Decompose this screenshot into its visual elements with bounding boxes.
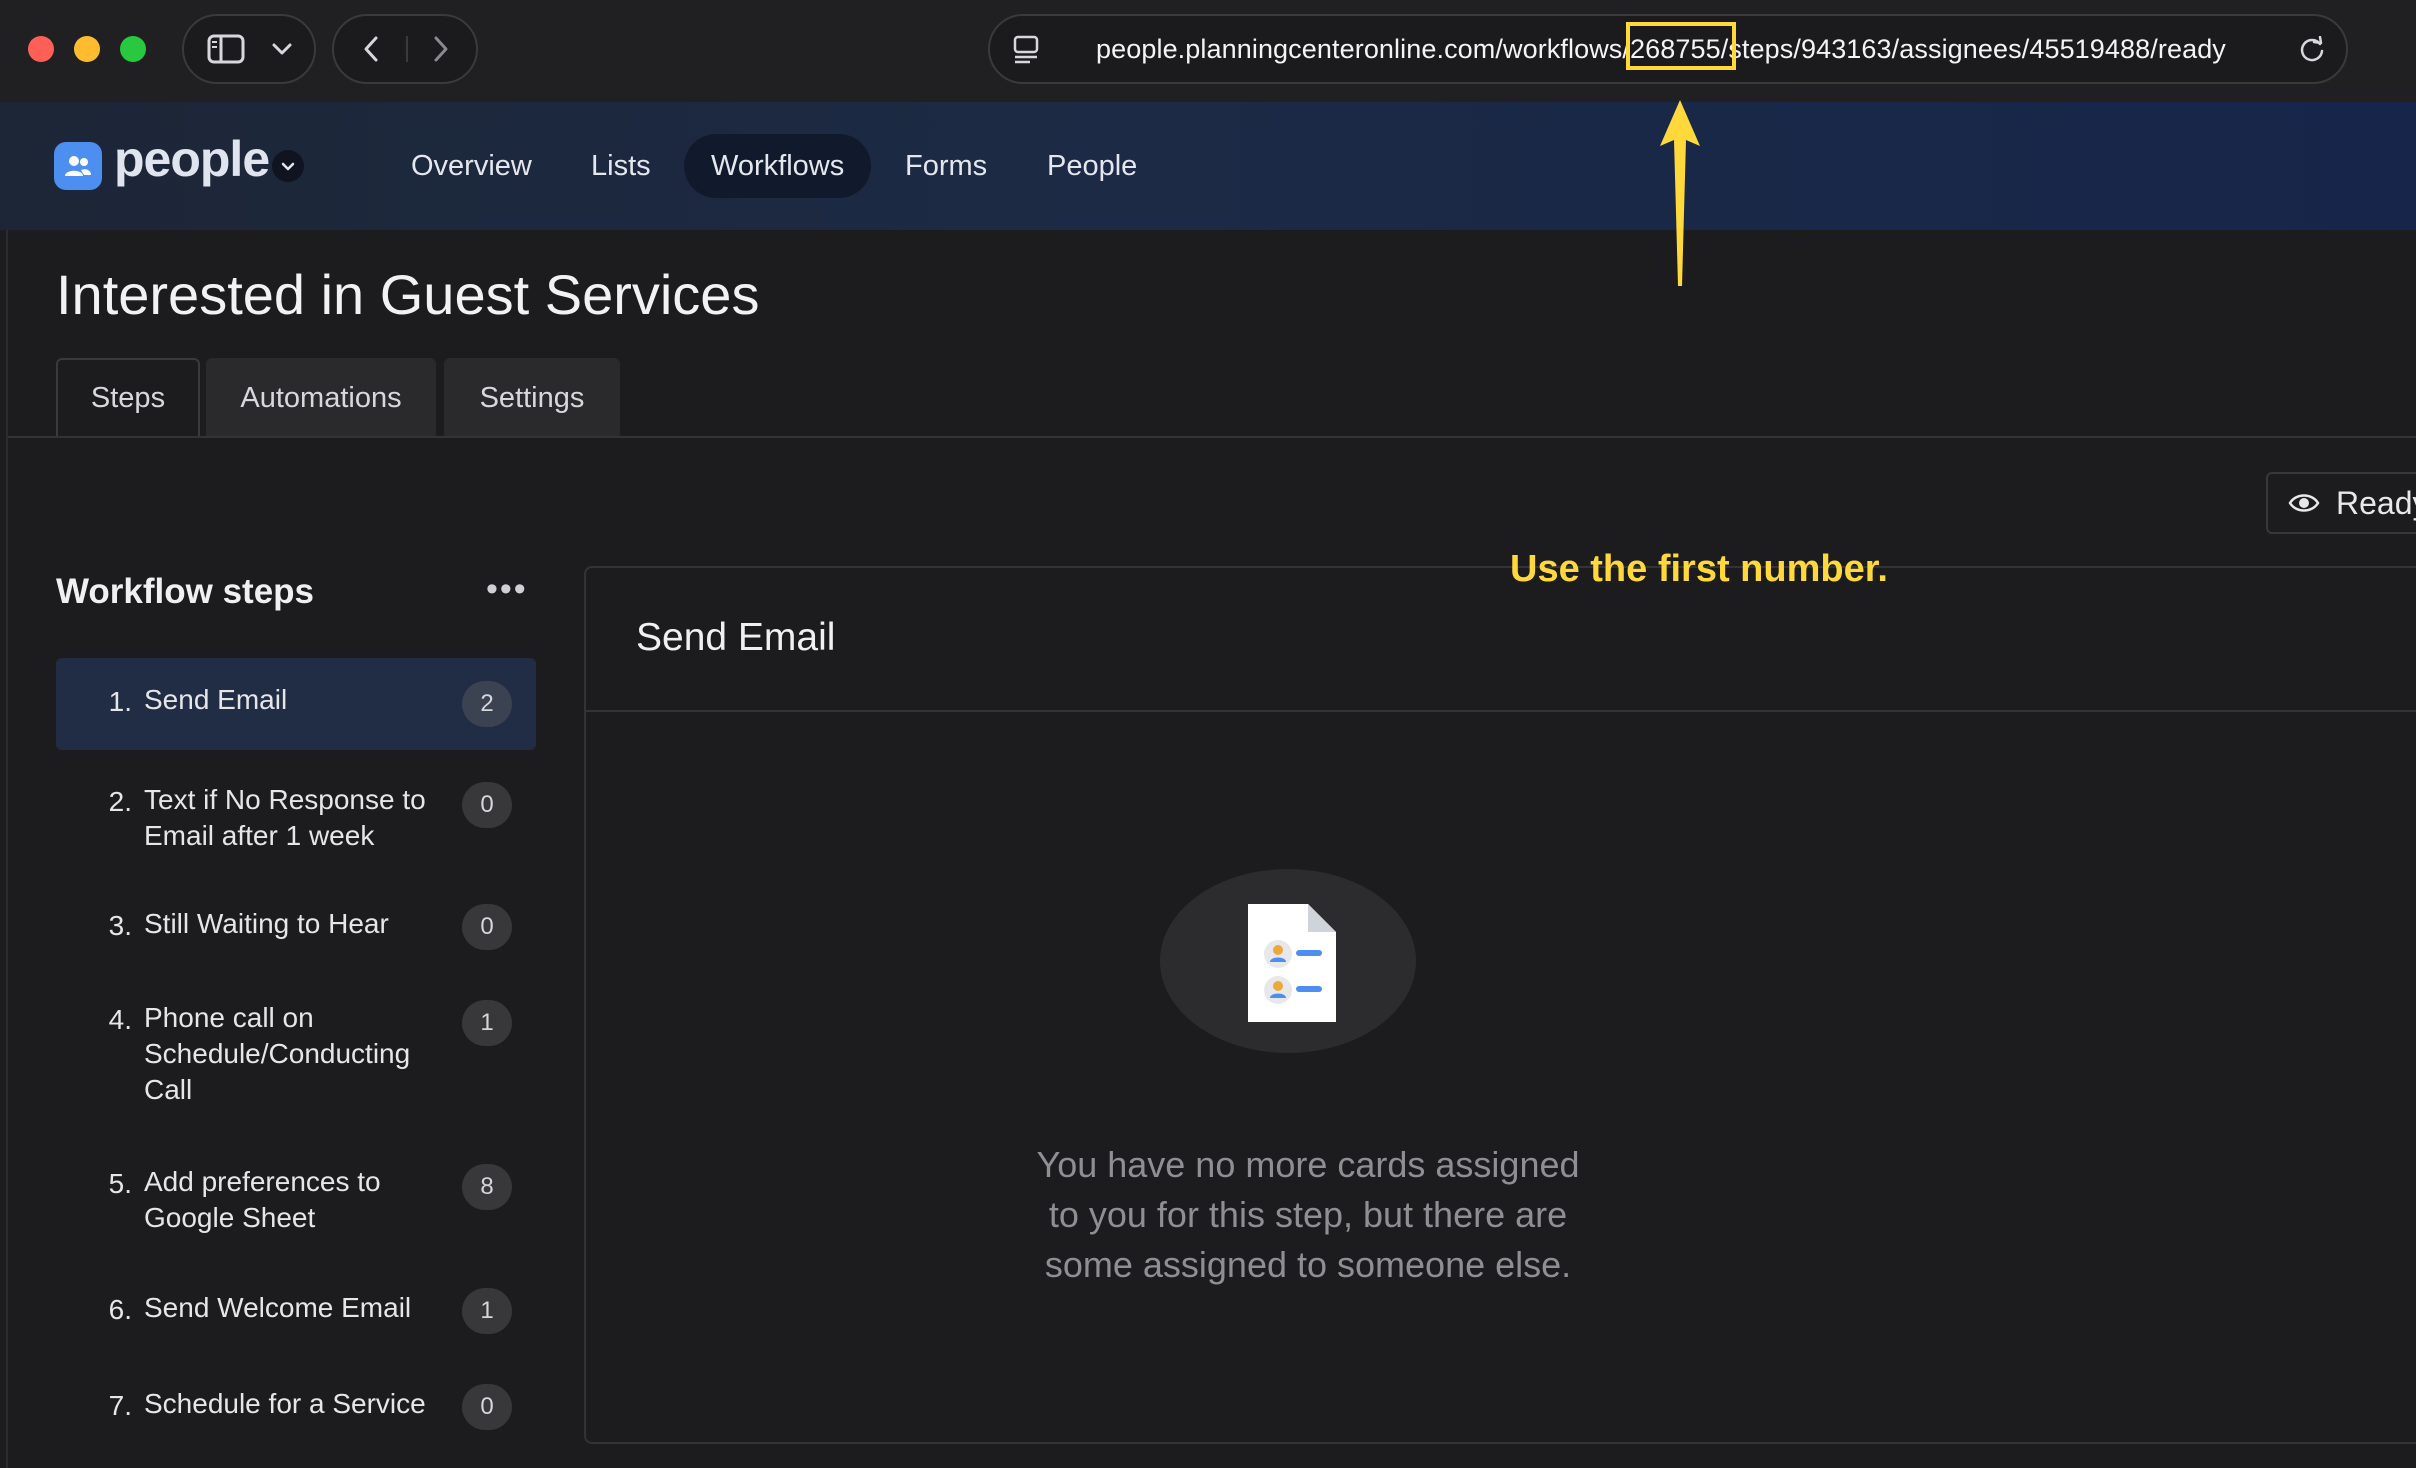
step-detail-panel: Send Email xyxy=(584,566,2416,1444)
annotation-arrow-icon xyxy=(1660,100,1700,286)
step-detail-title: Send Email xyxy=(636,616,836,659)
step-count-badge: 1 xyxy=(462,1288,512,1334)
tab-settings[interactable]: Settings xyxy=(444,358,620,438)
page-title: Interested in Guest Services xyxy=(56,263,760,326)
step-count-badge: 0 xyxy=(462,904,512,950)
step-count-badge: 2 xyxy=(462,681,512,727)
tab-automations[interactable]: Automations xyxy=(206,358,436,438)
step-item-6[interactable]: 6. Send Welcome Email 1 xyxy=(56,1280,536,1340)
step-count-badge: 0 xyxy=(462,1384,512,1430)
sidebar-icon[interactable] xyxy=(202,16,250,82)
step-number: 3. xyxy=(108,910,132,941)
reload-icon[interactable] xyxy=(2298,35,2326,69)
url-prefix: people.planningcenteronline.com/workflow… xyxy=(1096,34,1631,64)
nav-separator xyxy=(406,36,408,62)
annotation-text: Use the first number. xyxy=(1510,548,1888,590)
close-window-button[interactable] xyxy=(28,36,54,62)
step-number: 2. xyxy=(108,786,132,817)
zoom-window-button[interactable] xyxy=(120,36,146,62)
step-count-badge: 0 xyxy=(462,782,512,828)
step-count-badge: 1 xyxy=(462,1000,512,1046)
step-item-1[interactable]: 1. Send Email 2 xyxy=(56,658,536,750)
more-horizontal-icon[interactable]: ••• xyxy=(486,570,528,609)
step-item-7[interactable]: 7. Schedule for a Service 0 xyxy=(56,1376,536,1436)
back-icon[interactable] xyxy=(346,16,396,82)
main-content: Interested in Guest Services Steps Autom… xyxy=(6,230,2416,1468)
step-name: Send Welcome Email xyxy=(144,1292,412,1323)
nav-overview[interactable]: Overview xyxy=(384,134,559,198)
tab-steps[interactable]: Steps xyxy=(56,358,200,438)
step-count-badge: 8 xyxy=(462,1164,512,1210)
step-item-5[interactable]: 5. Add preferences to Google Sheet 8 xyxy=(56,1156,536,1240)
step-item-2[interactable]: 2. Text if No Response to Email after 1 … xyxy=(56,770,536,854)
page-settings-icon[interactable] xyxy=(1012,34,1042,69)
minimize-window-button[interactable] xyxy=(74,36,100,62)
step-number: 7. xyxy=(108,1390,132,1421)
history-nav-group xyxy=(332,14,478,84)
nav-workflows[interactable]: Workflows xyxy=(684,134,872,198)
step-name: Text if No Response to Email after 1 wee… xyxy=(144,784,426,851)
step-number: 1. xyxy=(108,686,132,717)
url-suffix: /steps/943163/assignees/45519488/ready xyxy=(1720,34,2226,64)
nav-forms[interactable]: Forms xyxy=(878,134,1014,198)
nav-lists[interactable]: Lists xyxy=(564,134,678,198)
step-number: 4. xyxy=(108,1004,132,1035)
app-switcher-chevron-icon[interactable] xyxy=(272,150,304,182)
app-logo-text[interactable]: people xyxy=(114,130,270,188)
ready-button-label: Ready xyxy=(2336,485,2416,521)
people-logo-icon[interactable] xyxy=(54,142,102,190)
step-name: Phone call on Schedule/Conducting Call xyxy=(144,1002,411,1105)
chevron-down-icon[interactable] xyxy=(262,16,302,82)
step-name: Send Email xyxy=(144,684,288,715)
empty-state-message: You have no more cards assigned to you f… xyxy=(1036,1144,1580,1285)
step-name: Add preferences to Google Sheet xyxy=(144,1166,381,1233)
sidebar-toggle-group xyxy=(182,14,316,84)
browser-toolbar: people.planningcenteronline.com/workflow… xyxy=(0,0,2416,102)
tabs-divider xyxy=(8,436,2416,438)
step-name: Still Waiting to Hear xyxy=(144,908,389,939)
nav-people[interactable]: People xyxy=(1020,134,1164,198)
forward-icon[interactable] xyxy=(416,16,466,82)
step-name: Schedule for a Service xyxy=(144,1388,426,1419)
step-number: 6. xyxy=(108,1294,132,1325)
workflow-steps-heading: Workflow steps xyxy=(56,572,315,611)
panel-divider xyxy=(586,710,2416,712)
step-item-3[interactable]: 3. Still Waiting to Hear 0 xyxy=(56,896,536,956)
empty-cards-illustration-icon xyxy=(1158,866,1416,1056)
url-highlight-box xyxy=(1626,22,1736,70)
eye-icon xyxy=(2288,492,2320,519)
ready-view-button[interactable]: Ready xyxy=(2266,472,2416,534)
step-item-4[interactable]: 4. Phone call on Schedule/Conducting Cal… xyxy=(56,992,536,1116)
step-number: 5. xyxy=(108,1168,132,1199)
app-header: people Overview Lists Workflows Forms Pe… xyxy=(0,102,2416,230)
